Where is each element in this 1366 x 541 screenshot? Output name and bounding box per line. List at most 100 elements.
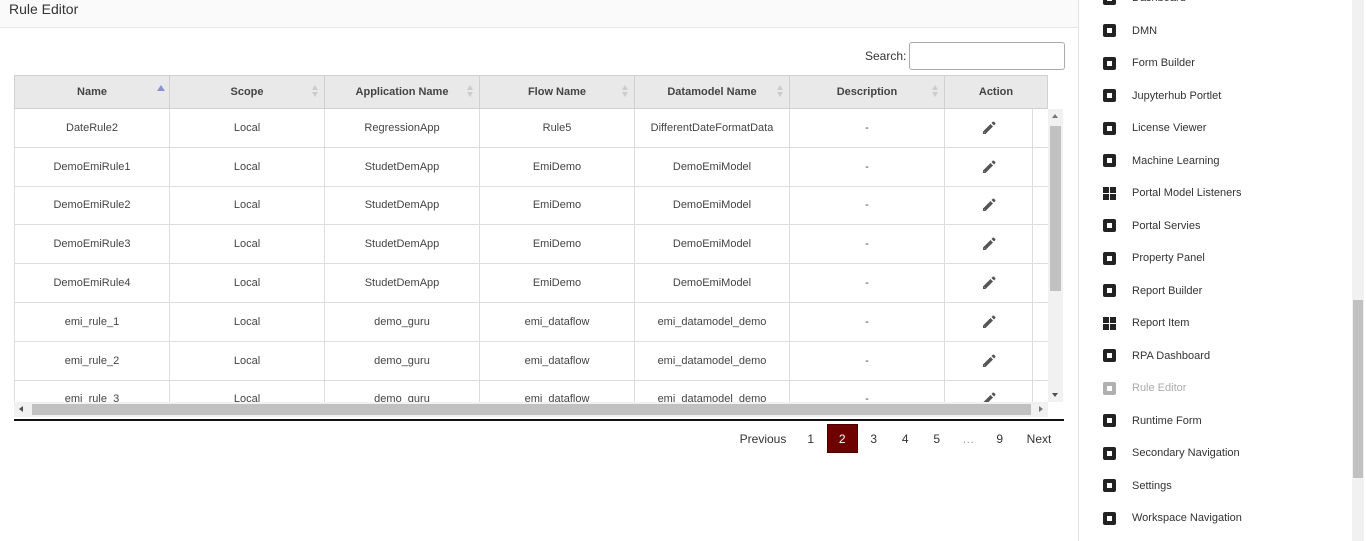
column-header-scope[interactable]: Scope (169, 75, 324, 109)
datamodel-name-cell: DemoEmiModel (634, 147, 789, 186)
pencil-edit-icon[interactable] (981, 391, 997, 402)
column-header-label: Description (836, 86, 898, 98)
portlet-header: Rule Editor (0, 0, 1078, 28)
pagination-page-current[interactable]: 2 (826, 424, 858, 453)
application-name-cell: StudetDemApp (324, 186, 479, 225)
scope-cell: Local (169, 147, 324, 186)
scroll-down-arrow-icon[interactable] (1052, 393, 1058, 397)
pencil-edit-icon[interactable] (981, 197, 997, 213)
sidebar-item-portal-model-listeners[interactable]: Portal Model Listeners (1103, 183, 1241, 203)
scroll-left-arrow-icon[interactable] (19, 406, 23, 412)
table-row[interactable]: emi_rule_3 Local demo_guru emi_dataflow emi_… (14, 380, 1048, 402)
application-name-cell: demo_guru (324, 341, 479, 380)
pagination: Previous 1 2 3 4 5 … 9 Next (731, 424, 1063, 453)
scroll-right-arrow-icon[interactable] (1039, 406, 1043, 412)
application-name-cell: StudetDemApp (324, 147, 479, 186)
sidebar-item-license-viewer[interactable]: License Viewer (1103, 118, 1206, 138)
flow-name-cell: EmiDemo (479, 264, 634, 302)
flow-name-cell: emi_dataflow (479, 380, 634, 402)
column-header-application-name[interactable]: Application Name (324, 75, 479, 109)
sidebar-item-form-builder[interactable]: Form Builder (1103, 53, 1195, 73)
column-header-label: Application Name (355, 86, 449, 98)
table-row[interactable]: DemoEmiRule3 Local StudetDemApp EmiDemo Demo… (14, 225, 1048, 265)
pagination-page-5[interactable]: 5 (921, 424, 953, 453)
sidebar-item-report-item[interactable]: Report Item (1103, 313, 1189, 333)
table-row[interactable]: DemoEmiRule1 Local StudetDemApp EmiDemo Demo… (14, 147, 1048, 187)
grid-icon (1103, 186, 1116, 200)
column-header-description[interactable]: Description (789, 75, 944, 109)
pencil-edit-icon[interactable] (981, 314, 997, 330)
sidebar-item-runtime-form[interactable]: Runtime Form (1103, 411, 1202, 431)
sidebar-item-rule-editor[interactable]: Rule Editor (1103, 378, 1186, 398)
pagination-page-3[interactable]: 3 (858, 424, 890, 453)
description-cell: - (789, 264, 944, 302)
sidebar-item-label: License Viewer (1132, 122, 1207, 134)
action-cell (944, 147, 1033, 186)
table-row[interactable]: emi_rule_1 Local demo_guru emi_dataflow emi_… (14, 302, 1048, 342)
pencil-edit-icon[interactable] (981, 236, 997, 252)
pagination-page-1[interactable]: 1 (795, 424, 827, 453)
sidebar-item-machine-learning[interactable]: Machine Learning (1103, 151, 1219, 171)
flow-name-cell: EmiDemo (479, 225, 634, 264)
vertical-scroll-thumb[interactable] (1050, 126, 1061, 291)
pagination-previous-button[interactable]: Previous (731, 424, 795, 453)
square-icon (1103, 89, 1116, 102)
datamodel-name-cell: DemoEmiModel (634, 225, 789, 264)
sidebar-item-jupyterhub-portlet[interactable]: Jupyterhub Portlet (1103, 86, 1221, 106)
sidebar-scroll-thumb[interactable] (1353, 300, 1363, 478)
column-header-action[interactable]: Action (944, 75, 1048, 109)
pagination-next-button[interactable]: Next (1016, 424, 1063, 453)
column-header-flow-name[interactable]: Flow Name (479, 75, 634, 109)
sidebar-item-report-builder[interactable]: Report Builder (1103, 281, 1202, 301)
column-header-label: Name (77, 86, 107, 98)
pencil-edit-icon[interactable] (981, 159, 997, 175)
square-icon (1103, 219, 1116, 232)
scope-cell: Local (169, 109, 324, 147)
sidebar-item-property-panel[interactable]: Property Panel (1103, 248, 1205, 268)
pencil-edit-icon[interactable] (981, 120, 997, 136)
description-cell: - (789, 341, 944, 380)
table-bottom-divider (14, 419, 1064, 421)
horizontal-scrollbar[interactable] (14, 402, 1048, 417)
square-icon (1103, 251, 1116, 265)
sidebar-item-dashboard[interactable]: Dashboard (1103, 0, 1186, 8)
sidebar-item-settings[interactable]: Settings (1103, 476, 1172, 496)
sidebar-item-rpa-dashboard[interactable]: RPA Dashboard (1103, 346, 1210, 366)
column-header-name[interactable]: Name (14, 75, 169, 109)
table-row[interactable]: DemoEmiRule4 Local StudetDemApp EmiDemo Demo… (14, 264, 1048, 303)
scope-cell: Local (169, 302, 324, 341)
table-body[interactable]: DateRule2 Local RegressionApp Rule5 Differen… (14, 109, 1048, 402)
vertical-scrollbar[interactable] (1048, 109, 1063, 402)
name-cell: DateRule2 (14, 109, 169, 147)
sidebar-item-dmn[interactable]: DMN (1103, 21, 1157, 41)
column-header-datamodel-name[interactable]: Datamodel Name (634, 75, 789, 109)
action-cell (944, 109, 1033, 147)
table-row[interactable]: emi_rule_2 Local demo_guru emi_dataflow emi_… (14, 341, 1048, 381)
action-cell (944, 380, 1033, 402)
sidebar-item-workspace-navigation[interactable]: Workspace Navigation (1103, 508, 1242, 528)
rule-editor-page: Rule Editor Search: Name Scope Application… (0, 0, 1366, 541)
pagination-page-9[interactable]: 9 (984, 424, 1016, 453)
pencil-edit-icon[interactable] (981, 275, 997, 291)
sort-both-icon (622, 85, 629, 99)
pencil-edit-icon[interactable] (981, 353, 997, 369)
sidebar-item-portal-servies[interactable]: Portal Servies (1103, 216, 1200, 236)
square-icon (1103, 121, 1116, 135)
pagination-ellipsis: … (962, 431, 975, 446)
pagination-page-4[interactable]: 4 (890, 424, 922, 453)
horizontal-scroll-thumb[interactable] (32, 404, 1031, 415)
scope-cell: Local (169, 264, 324, 302)
search-label: Search: (865, 49, 907, 63)
table-row[interactable]: DemoEmiRule2 Local StudetDemApp EmiDemo Demo… (14, 186, 1048, 226)
flow-name-cell: EmiDemo (479, 147, 634, 186)
sort-both-icon (467, 85, 474, 99)
square-icon (1103, 349, 1116, 362)
sidebar-item-label: Secondary Navigation (1132, 447, 1240, 459)
search-input[interactable] (909, 42, 1065, 70)
sidebar-scrollbar[interactable] (1352, 0, 1364, 541)
sidebar-item-secondary-navigation[interactable]: Secondary Navigation (1103, 443, 1240, 463)
description-cell: - (789, 225, 944, 264)
datamodel-name-cell: DifferentDateFormatData (634, 109, 789, 147)
table-row[interactable]: DateRule2 Local RegressionApp Rule5 Differen… (14, 109, 1048, 148)
scroll-up-arrow-icon[interactable] (1052, 114, 1058, 118)
